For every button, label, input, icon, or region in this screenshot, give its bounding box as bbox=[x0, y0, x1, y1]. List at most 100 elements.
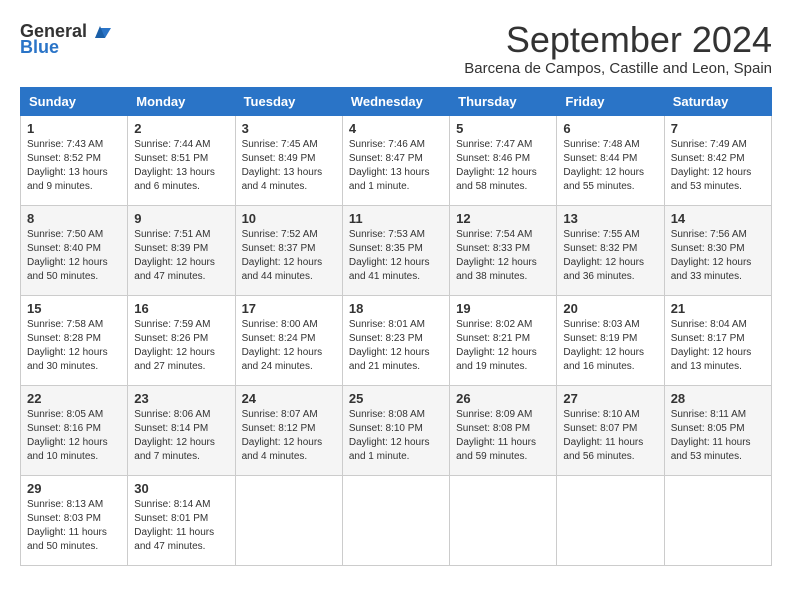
calendar-header-row: SundayMondayTuesdayWednesdayThursdayFrid… bbox=[21, 87, 772, 115]
cell-sunrise: Sunrise: 7:46 AMSunset: 8:47 PMDaylight:… bbox=[349, 139, 430, 192]
cell-sunrise: Sunrise: 7:58 AMSunset: 8:28 PMDaylight:… bbox=[27, 319, 108, 372]
day-number: 17 bbox=[242, 301, 336, 316]
calendar-cell: 6 Sunrise: 7:48 AMSunset: 8:44 PMDayligh… bbox=[557, 115, 664, 205]
calendar-cell: 17 Sunrise: 8:00 AMSunset: 8:24 PMDaylig… bbox=[235, 295, 342, 385]
cell-sunrise: Sunrise: 7:54 AMSunset: 8:33 PMDaylight:… bbox=[456, 229, 537, 282]
calendar-table: SundayMondayTuesdayWednesdayThursdayFrid… bbox=[20, 87, 772, 566]
calendar-cell: 19 Sunrise: 8:02 AMSunset: 8:21 PMDaylig… bbox=[450, 295, 557, 385]
cell-sunrise: Sunrise: 7:50 AMSunset: 8:40 PMDaylight:… bbox=[27, 229, 108, 282]
header-monday: Monday bbox=[128, 87, 235, 115]
calendar-cell: 12 Sunrise: 7:54 AMSunset: 8:33 PMDaylig… bbox=[450, 205, 557, 295]
calendar-cell bbox=[450, 475, 557, 565]
calendar-week-2: 8 Sunrise: 7:50 AMSunset: 8:40 PMDayligh… bbox=[21, 205, 772, 295]
cell-sunrise: Sunrise: 7:56 AMSunset: 8:30 PMDaylight:… bbox=[671, 229, 752, 282]
day-number: 10 bbox=[242, 211, 336, 226]
cell-sunrise: Sunrise: 8:01 AMSunset: 8:23 PMDaylight:… bbox=[349, 319, 430, 372]
cell-sunrise: Sunrise: 7:45 AMSunset: 8:49 PMDaylight:… bbox=[242, 139, 323, 192]
day-number: 8 bbox=[27, 211, 121, 226]
cell-sunrise: Sunrise: 8:05 AMSunset: 8:16 PMDaylight:… bbox=[27, 409, 108, 462]
cell-sunrise: Sunrise: 7:49 AMSunset: 8:42 PMDaylight:… bbox=[671, 139, 752, 192]
day-number: 26 bbox=[456, 391, 550, 406]
location-title: Barcena de Campos, Castille and Leon, Sp… bbox=[464, 60, 772, 77]
day-number: 21 bbox=[671, 301, 765, 316]
day-number: 22 bbox=[27, 391, 121, 406]
calendar-cell: 25 Sunrise: 8:08 AMSunset: 8:10 PMDaylig… bbox=[342, 385, 449, 475]
calendar-cell: 5 Sunrise: 7:47 AMSunset: 8:46 PMDayligh… bbox=[450, 115, 557, 205]
logo: General Blue bbox=[20, 20, 111, 56]
day-number: 15 bbox=[27, 301, 121, 316]
day-number: 20 bbox=[563, 301, 657, 316]
calendar-week-4: 22 Sunrise: 8:05 AMSunset: 8:16 PMDaylig… bbox=[21, 385, 772, 475]
page-header: General Blue September 2024 Barcena de C… bbox=[20, 20, 772, 77]
cell-sunrise: Sunrise: 8:08 AMSunset: 8:10 PMDaylight:… bbox=[349, 409, 430, 462]
day-number: 19 bbox=[456, 301, 550, 316]
calendar-cell: 27 Sunrise: 8:10 AMSunset: 8:07 PMDaylig… bbox=[557, 385, 664, 475]
calendar-cell bbox=[235, 475, 342, 565]
day-number: 11 bbox=[349, 211, 443, 226]
cell-sunrise: Sunrise: 8:13 AMSunset: 8:03 PMDaylight:… bbox=[27, 499, 107, 552]
cell-sunrise: Sunrise: 8:11 AMSunset: 8:05 PMDaylight:… bbox=[671, 409, 751, 462]
calendar-cell: 4 Sunrise: 7:46 AMSunset: 8:47 PMDayligh… bbox=[342, 115, 449, 205]
calendar-cell: 8 Sunrise: 7:50 AMSunset: 8:40 PMDayligh… bbox=[21, 205, 128, 295]
month-title: September 2024 bbox=[464, 20, 772, 60]
calendar-cell: 23 Sunrise: 8:06 AMSunset: 8:14 PMDaylig… bbox=[128, 385, 235, 475]
day-number: 4 bbox=[349, 121, 443, 136]
calendar-cell: 3 Sunrise: 7:45 AMSunset: 8:49 PMDayligh… bbox=[235, 115, 342, 205]
calendar-cell: 29 Sunrise: 8:13 AMSunset: 8:03 PMDaylig… bbox=[21, 475, 128, 565]
header-friday: Friday bbox=[557, 87, 664, 115]
cell-sunrise: Sunrise: 7:47 AMSunset: 8:46 PMDaylight:… bbox=[456, 139, 537, 192]
day-number: 13 bbox=[563, 211, 657, 226]
calendar-cell: 26 Sunrise: 8:09 AMSunset: 8:08 PMDaylig… bbox=[450, 385, 557, 475]
header-thursday: Thursday bbox=[450, 87, 557, 115]
cell-sunrise: Sunrise: 7:52 AMSunset: 8:37 PMDaylight:… bbox=[242, 229, 323, 282]
cell-sunrise: Sunrise: 8:03 AMSunset: 8:19 PMDaylight:… bbox=[563, 319, 644, 372]
header-sunday: Sunday bbox=[21, 87, 128, 115]
calendar-cell: 2 Sunrise: 7:44 AMSunset: 8:51 PMDayligh… bbox=[128, 115, 235, 205]
header-wednesday: Wednesday bbox=[342, 87, 449, 115]
calendar-cell: 20 Sunrise: 8:03 AMSunset: 8:19 PMDaylig… bbox=[557, 295, 664, 385]
calendar-cell: 21 Sunrise: 8:04 AMSunset: 8:17 PMDaylig… bbox=[664, 295, 771, 385]
day-number: 1 bbox=[27, 121, 121, 136]
day-number: 24 bbox=[242, 391, 336, 406]
title-area: September 2024 Barcena de Campos, Castil… bbox=[464, 20, 772, 77]
day-number: 3 bbox=[242, 121, 336, 136]
day-number: 27 bbox=[563, 391, 657, 406]
day-number: 23 bbox=[134, 391, 228, 406]
header-saturday: Saturday bbox=[664, 87, 771, 115]
cell-sunrise: Sunrise: 8:02 AMSunset: 8:21 PMDaylight:… bbox=[456, 319, 537, 372]
calendar-cell: 30 Sunrise: 8:14 AMSunset: 8:01 PMDaylig… bbox=[128, 475, 235, 565]
cell-sunrise: Sunrise: 8:00 AMSunset: 8:24 PMDaylight:… bbox=[242, 319, 323, 372]
cell-sunrise: Sunrise: 8:04 AMSunset: 8:17 PMDaylight:… bbox=[671, 319, 752, 372]
cell-sunrise: Sunrise: 8:14 AMSunset: 8:01 PMDaylight:… bbox=[134, 499, 214, 552]
calendar-cell bbox=[557, 475, 664, 565]
day-number: 14 bbox=[671, 211, 765, 226]
calendar-cell bbox=[342, 475, 449, 565]
cell-sunrise: Sunrise: 7:53 AMSunset: 8:35 PMDaylight:… bbox=[349, 229, 430, 282]
day-number: 9 bbox=[134, 211, 228, 226]
day-number: 6 bbox=[563, 121, 657, 136]
calendar-cell: 14 Sunrise: 7:56 AMSunset: 8:30 PMDaylig… bbox=[664, 205, 771, 295]
cell-sunrise: Sunrise: 7:44 AMSunset: 8:51 PMDaylight:… bbox=[134, 139, 215, 192]
cell-sunrise: Sunrise: 8:09 AMSunset: 8:08 PMDaylight:… bbox=[456, 409, 536, 462]
calendar-cell: 15 Sunrise: 7:58 AMSunset: 8:28 PMDaylig… bbox=[21, 295, 128, 385]
cell-sunrise: Sunrise: 8:07 AMSunset: 8:12 PMDaylight:… bbox=[242, 409, 323, 462]
calendar-cell: 7 Sunrise: 7:49 AMSunset: 8:42 PMDayligh… bbox=[664, 115, 771, 205]
calendar-cell: 28 Sunrise: 8:11 AMSunset: 8:05 PMDaylig… bbox=[664, 385, 771, 475]
cell-sunrise: Sunrise: 8:06 AMSunset: 8:14 PMDaylight:… bbox=[134, 409, 215, 462]
day-number: 7 bbox=[671, 121, 765, 136]
calendar-cell: 16 Sunrise: 7:59 AMSunset: 8:26 PMDaylig… bbox=[128, 295, 235, 385]
calendar-cell: 22 Sunrise: 8:05 AMSunset: 8:16 PMDaylig… bbox=[21, 385, 128, 475]
day-number: 18 bbox=[349, 301, 443, 316]
calendar-cell: 11 Sunrise: 7:53 AMSunset: 8:35 PMDaylig… bbox=[342, 205, 449, 295]
cell-sunrise: Sunrise: 8:10 AMSunset: 8:07 PMDaylight:… bbox=[563, 409, 643, 462]
day-number: 25 bbox=[349, 391, 443, 406]
calendar-cell bbox=[664, 475, 771, 565]
logo-icon bbox=[89, 20, 111, 42]
day-number: 28 bbox=[671, 391, 765, 406]
calendar-week-3: 15 Sunrise: 7:58 AMSunset: 8:28 PMDaylig… bbox=[21, 295, 772, 385]
calendar-cell: 13 Sunrise: 7:55 AMSunset: 8:32 PMDaylig… bbox=[557, 205, 664, 295]
day-number: 12 bbox=[456, 211, 550, 226]
calendar-cell: 9 Sunrise: 7:51 AMSunset: 8:39 PMDayligh… bbox=[128, 205, 235, 295]
day-number: 16 bbox=[134, 301, 228, 316]
day-number: 29 bbox=[27, 481, 121, 496]
